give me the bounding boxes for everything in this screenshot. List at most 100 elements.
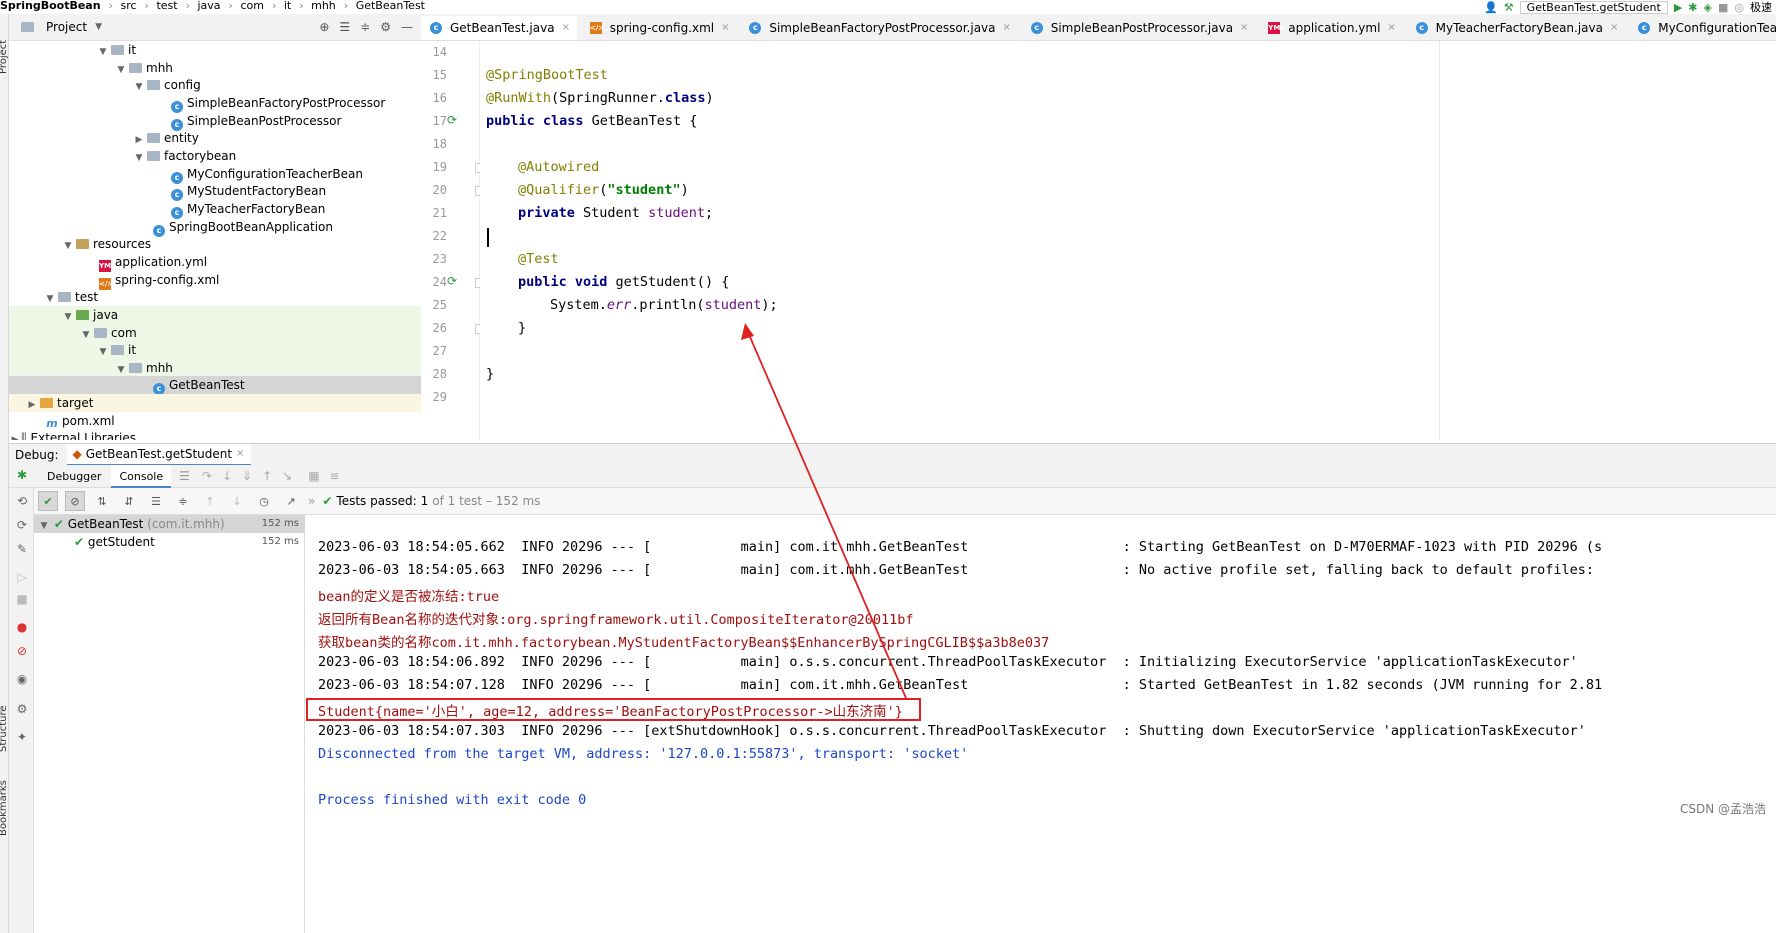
tree-item-it[interactable]: ▼ it <box>9 41 421 59</box>
stop-icon[interactable]: ■ <box>15 592 29 606</box>
view-breakpoints-icon[interactable]: ● <box>15 620 29 634</box>
run-test-icon[interactable]: ⟳ <box>447 274 461 288</box>
crumb-com[interactable]: com <box>240 0 264 12</box>
tree-item-springbootbeanapplication[interactable]: c SpringBootBeanApplication <box>9 218 421 237</box>
tree-item-myteacherfactorybean[interactable]: c MyTeacherFactoryBean <box>9 200 421 219</box>
tab-myconfigurationteacherbean[interactable]: c MyConfigurationTeacherBean.java <box>1629 14 1776 40</box>
crumb-src[interactable]: src <box>120 0 136 12</box>
tree-item-myconfigurationteacherbean[interactable]: c MyConfigurationTeacherBean <box>9 165 421 184</box>
tree-item-external-libraries[interactable]: ▶ ⫼ External Libraries <box>9 429 421 440</box>
tab-simplebeanpostprocessor[interactable]: c SimpleBeanPostProcessor.java × <box>1022 14 1256 40</box>
debug-icon[interactable]: ✱ <box>1688 1 1697 14</box>
tab-debugger[interactable]: Debugger <box>39 465 109 488</box>
tree-item-java[interactable]: ▼ java <box>9 306 421 324</box>
tree-item-pom-xml[interactable]: m pom.xml <box>9 412 421 430</box>
close-icon[interactable]: × <box>1240 22 1248 33</box>
tree-item-config[interactable]: ▼ config <box>9 76 421 94</box>
run-test-icon[interactable]: ⟳ <box>447 113 461 127</box>
console-output[interactable]: 2023-06-03 18:54:05.662 INFO 20296 --- [… <box>306 515 1776 933</box>
show-passed-icon[interactable]: ✔ <box>38 491 58 511</box>
wrench-icon[interactable]: ✎ <box>15 542 29 556</box>
close-icon[interactable]: × <box>236 448 244 459</box>
next-test-icon[interactable]: ↓ <box>227 491 247 511</box>
build-icon[interactable]: ⚒ <box>1504 1 1514 14</box>
crumb-java[interactable]: java <box>197 0 220 12</box>
camera-icon[interactable]: ◉ <box>15 672 29 686</box>
export-icon[interactable]: ↗ <box>281 491 301 511</box>
prev-test-icon[interactable]: ↑ <box>200 491 220 511</box>
tree-item-simplebeanfactorypostprocessor[interactable]: c SimpleBeanFactoryPostProcessor <box>9 94 421 113</box>
tab-application-yml[interactable]: YML application.yml × <box>1259 14 1403 40</box>
close-icon[interactable]: × <box>1610 22 1618 33</box>
modify-run-icon[interactable]: ⟲ <box>15 494 29 508</box>
history-icon[interactable]: ◷ <box>254 491 274 511</box>
project-tool-label[interactable]: Project <box>0 40 9 74</box>
tab-myteacherfactorybean[interactable]: c MyTeacherFactoryBean.java × <box>1407 14 1626 40</box>
crumb-class[interactable]: GetBeanTest <box>356 0 425 12</box>
minimize-icon[interactable]: — <box>401 20 413 34</box>
expand-all-icon[interactable]: ☰ <box>339 20 350 34</box>
tree-item-getbeantest[interactable]: c GetBeanTest <box>9 376 421 395</box>
mute-breakpoints-icon[interactable]: ⊘ <box>15 644 29 658</box>
user-icon[interactable]: 👤 <box>1484 1 1498 14</box>
tab-spring-config[interactable]: </> spring-config.xml × <box>581 14 737 40</box>
step-into-icon[interactable]: ↓ <box>222 469 232 483</box>
code-editor[interactable]: @SpringBootTest @RunWith(SpringRunner.cl… <box>480 41 1776 440</box>
restore-layout-icon[interactable]: ⟳ <box>15 518 29 532</box>
step-over-icon[interactable]: ↷ <box>202 469 212 483</box>
crumb-test[interactable]: test <box>156 0 177 12</box>
tree-item-com[interactable]: ▼ com <box>9 324 421 342</box>
tree-item-test[interactable]: ▼ test <box>9 288 421 306</box>
close-icon[interactable]: × <box>562 22 570 33</box>
force-step-into-icon[interactable]: ⇓ <box>242 469 252 483</box>
pin-icon[interactable]: ✦ <box>15 730 29 744</box>
toolbar-right-text[interactable]: 极速 <box>1750 0 1772 15</box>
tab-getbeantest[interactable]: c GetBeanTest.java × <box>421 15 577 40</box>
collapse-all-icon[interactable]: ≑ <box>360 20 370 34</box>
sort-duration-icon[interactable]: ⇵ <box>119 491 139 511</box>
tree-item-mhh-test[interactable]: ▼ mhh <box>9 359 421 377</box>
stop-icon[interactable]: ■ <box>1718 1 1728 14</box>
trace-icon[interactable]: ≡ <box>330 469 340 483</box>
tree-item-entity[interactable]: ▶ entity <box>9 129 421 147</box>
collapse-all-icon[interactable]: ≑ <box>173 491 193 511</box>
tree-item-simplebeanpostprocessor[interactable]: c SimpleBeanPostProcessor <box>9 112 421 131</box>
chevron-down-icon[interactable]: ▼ <box>95 22 102 32</box>
tree-item-mystudentfactorybean[interactable]: c MyStudentFactoryBean <box>9 182 421 201</box>
close-icon[interactable]: × <box>1003 22 1011 33</box>
close-icon[interactable]: × <box>1387 22 1395 33</box>
show-ignored-icon[interactable]: ⊘ <box>65 491 85 511</box>
step-out-icon[interactable]: ↑ <box>262 469 272 483</box>
tree-item-spring-config-xml[interactable]: </> spring-config.xml <box>9 271 421 290</box>
chevron-right-icon[interactable]: ▶ <box>9 431 21 440</box>
tab-simplebeanfactorypostprocessor[interactable]: c SimpleBeanFactoryPostProcessor.java × <box>740 14 1018 40</box>
run-config-select[interactable]: GetBeanTest.getStudent <box>1519 0 1668 14</box>
tree-item-mhh[interactable]: ▼ mhh <box>9 59 421 77</box>
test-result-class[interactable]: ▼ ✔ GetBeanTest (com.it.mhh) 152 ms <box>34 515 305 533</box>
debug-session-tab[interactable]: ◆ GetBeanTest.getStudent × <box>66 443 251 466</box>
structure-tool-label[interactable]: Structure <box>0 705 9 752</box>
expand-all-icon[interactable]: ☰ <box>146 491 166 511</box>
crumb-it[interactable]: it <box>284 0 291 12</box>
project-panel-title[interactable]: Project <box>46 20 87 34</box>
menu-icon[interactable]: ☰ <box>179 469 190 483</box>
more-icon[interactable]: » <box>308 494 315 508</box>
crumb-mhh[interactable]: mhh <box>311 0 336 12</box>
run-icon[interactable]: ▶ <box>1674 1 1682 14</box>
close-icon[interactable]: × <box>721 22 729 33</box>
evaluate-icon[interactable]: ▦ <box>308 469 319 483</box>
gear-icon[interactable]: ⚙ <box>380 20 391 34</box>
rerun-icon[interactable]: ✱ <box>15 468 29 482</box>
tree-item-application-yml[interactable]: YMLapplication.yml <box>9 253 421 272</box>
run-to-cursor-icon[interactable]: ↘ <box>282 469 292 483</box>
sort-alpha-icon[interactable]: ⇅ <box>92 491 112 511</box>
gear-icon[interactable]: ⚙ <box>15 702 29 716</box>
bookmarks-tool-label[interactable]: Bookmarks <box>0 780 9 836</box>
crumb-project[interactable]: SpringBootBean <box>0 0 101 12</box>
tab-console[interactable]: Console <box>111 464 172 488</box>
test-result-method[interactable]: ✔ getStudent 152 ms <box>34 533 305 551</box>
tree-item-target[interactable]: ▶ target <box>9 394 421 412</box>
tree-item-it-test[interactable]: ▼ it <box>9 341 421 359</box>
coverage-icon[interactable]: ◈ <box>1704 1 1712 14</box>
settings-icon[interactable]: ◎ <box>1734 1 1744 14</box>
